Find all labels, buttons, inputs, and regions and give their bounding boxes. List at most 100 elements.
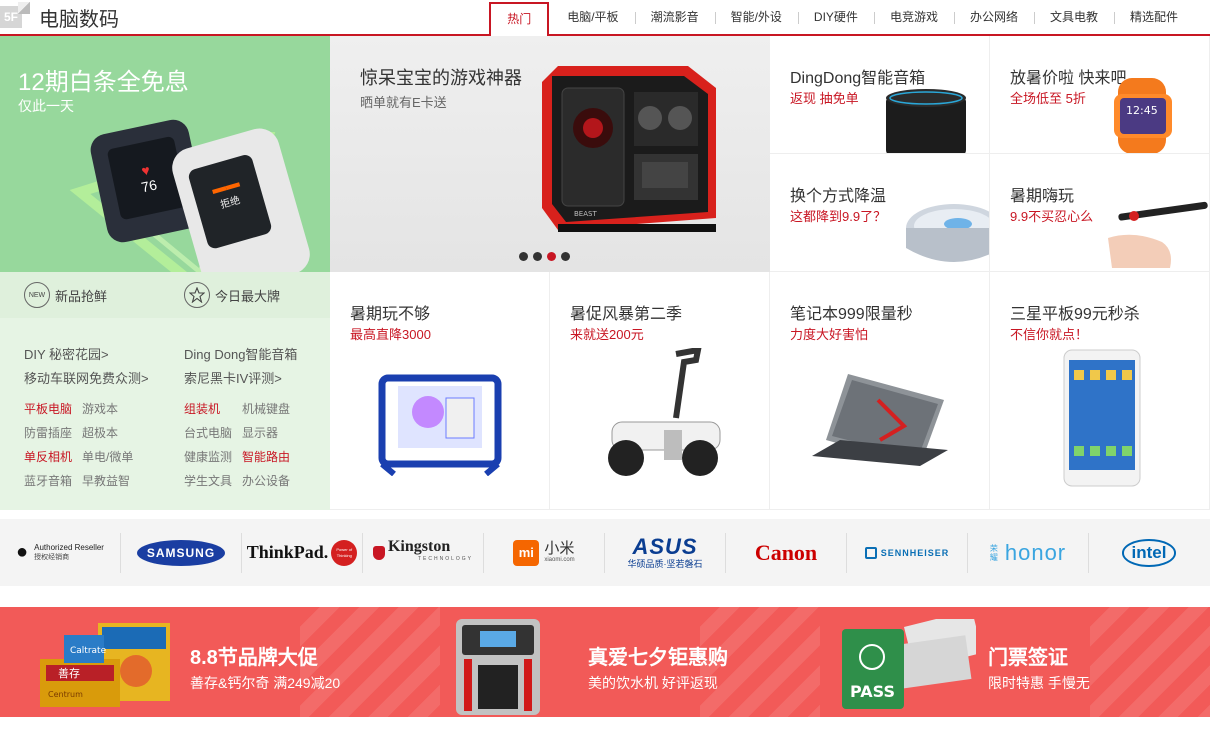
tab-1[interactable]: 电脑/平板 bbox=[551, 2, 634, 36]
tab-3[interactable]: 智能/外设 bbox=[714, 2, 798, 36]
promo-subtitle: 仅此一天 bbox=[18, 98, 74, 114]
coffee-machine-image bbox=[456, 619, 540, 715]
product-cell-smartwatch-sale[interactable]: 放暑价啦 快来吧 全场低至 5折 12:45 bbox=[990, 36, 1210, 154]
product-cell-laptop[interactable]: 笔记本999限量秒 力度大好害怕 bbox=[770, 272, 990, 510]
watch-heart-icon: ♥ bbox=[139, 161, 152, 179]
link-car-network[interactable]: 移动车联网免费众测> bbox=[24, 368, 149, 387]
category-link[interactable]: 蓝牙音箱 bbox=[24, 472, 72, 489]
banner-promo-tickets-visa[interactable]: PASS 门票签证 限时特惠 手慢无 bbox=[800, 607, 1210, 717]
carousel-dot[interactable] bbox=[519, 252, 528, 261]
carousel-dot[interactable] bbox=[561, 252, 570, 261]
cell-subtitle: 最高直降3000 bbox=[350, 327, 431, 342]
category-link[interactable]: 早教益智 bbox=[82, 472, 130, 489]
watch-reading: 76 bbox=[139, 176, 159, 196]
category-link[interactable]: 台式电脑 bbox=[184, 424, 232, 441]
category-link[interactable]: 机械键盘 bbox=[242, 400, 290, 417]
product-label-text: 善存 bbox=[58, 666, 80, 680]
cell-subtitle: 返现 抽免单 bbox=[790, 91, 859, 106]
brand-logo-xiaomi[interactable]: mi 小米 xiaomi.com bbox=[484, 519, 604, 586]
product-label-text: Caltrate bbox=[70, 646, 107, 656]
brand-logo-apple[interactable]: ● Authorized Reseller 授权经销商 bbox=[0, 519, 120, 586]
supplement-boxes-image: Caltrate 善存 Centrum bbox=[40, 623, 170, 707]
link-dingdong-speaker[interactable]: Ding Dong智能音箱 bbox=[184, 344, 297, 363]
tab-6[interactable]: 办公网络 bbox=[953, 2, 1034, 36]
brand-text: ThinkPad. bbox=[246, 542, 329, 562]
brand-text: 小米 bbox=[544, 539, 575, 557]
category-link[interactable]: 防雷插座 bbox=[24, 424, 72, 441]
quick-link-top-brand[interactable]: 今日最大牌 bbox=[184, 282, 280, 308]
open-frame-pc-image bbox=[378, 374, 502, 476]
cell-title: 三星平板99元秒杀 bbox=[1010, 306, 1140, 323]
quick-links-bar: NEW 新品抢鲜 今日最大牌 bbox=[0, 272, 330, 318]
cell-subtitle: 来就送200元 bbox=[570, 327, 644, 342]
product-cell-scooter[interactable]: 暑促风暴第二季 来就送200元 bbox=[550, 272, 770, 510]
smart-speaker-image bbox=[886, 89, 966, 153]
category-links-panel: DIY 秘密花园> 移动车联网免费众测> Ding Dong智能音箱 索尼黑卡I… bbox=[0, 318, 330, 510]
promo-installment-banner[interactable]: 12期白条全免息 仅此一天 ♥ 76 ▬▬ 拒绝 bbox=[0, 36, 330, 272]
tab-8[interactable]: 精选配件 bbox=[1113, 2, 1194, 36]
new-badge-icon: NEW bbox=[24, 282, 50, 308]
product-cell-diy-pc[interactable]: 暑期玩不够 最高直降3000 bbox=[330, 272, 550, 510]
floor-title: 电脑数码 bbox=[39, 7, 119, 31]
product-cell-dingdong[interactable]: DingDong智能音箱 返现 抽免单 bbox=[770, 36, 990, 154]
carousel-dots bbox=[519, 252, 570, 261]
brand-logo-asus[interactable]: ASUS 华硕品质·坚若磐石 bbox=[605, 519, 725, 586]
quick-link-label: 新品抢鲜 bbox=[55, 288, 108, 304]
category-link[interactable]: 超极本 bbox=[82, 424, 118, 441]
carousel-dot[interactable] bbox=[547, 252, 556, 261]
tab-4[interactable]: DIY硬件 bbox=[797, 2, 874, 36]
category-link[interactable]: 单电/微单 bbox=[82, 448, 133, 465]
quick-link-new[interactable]: NEW 新品抢鲜 bbox=[24, 282, 107, 308]
tab-7[interactable]: 文具电教 bbox=[1033, 2, 1114, 36]
bottom-promo-banner: Caltrate 善存 Centrum 8.8节品牌大促 善存&钙尔奇 满249… bbox=[0, 607, 1210, 717]
link-diy-garden[interactable]: DIY 秘密花园> bbox=[24, 344, 109, 363]
category-link[interactable]: 单反相机 bbox=[24, 448, 72, 465]
brand-text: Canon bbox=[754, 539, 818, 565]
category-link[interactable]: 智能路由 bbox=[242, 448, 290, 465]
kingston-head-icon bbox=[372, 545, 385, 560]
brand-logo-canon[interactable]: Canon bbox=[726, 519, 846, 586]
tab-0[interactable]: 热门 bbox=[489, 2, 550, 37]
category-link[interactable]: 平板电脑 bbox=[24, 400, 72, 417]
product-cell-samsung-tablet[interactable]: 三星平板99元秒杀 不信你就点！ bbox=[990, 272, 1210, 510]
tab-5[interactable]: 电竞游戏 bbox=[873, 2, 954, 36]
cell-title: 暑期嗨玩 bbox=[1010, 188, 1075, 205]
cell-title: 暑期玩不够 bbox=[350, 306, 431, 323]
brand-prefix: 荣耀 bbox=[989, 543, 998, 562]
link-sony-review[interactable]: 索尼黑卡IV评测> bbox=[184, 368, 282, 387]
promo-title: 惊呆宝宝的游戏神器 bbox=[360, 68, 522, 88]
passport-tickets-image: PASS bbox=[842, 619, 976, 709]
category-link[interactable]: 办公设备 bbox=[242, 472, 290, 489]
passport-label-text: PASS bbox=[850, 682, 895, 701]
thinkpad-badge-icon: Power of Thinking bbox=[331, 539, 358, 566]
brand-text: SENNHEISER bbox=[880, 547, 950, 558]
category-link[interactable]: 游戏本 bbox=[82, 400, 118, 417]
brand-logo-thinkpad[interactable]: ThinkPad. Power of Thinking bbox=[242, 519, 362, 586]
banner-promo-water-dispenser[interactable]: 真爱七夕钜惠购 美的饮水机 好评返现 bbox=[400, 607, 800, 717]
cell-subtitle: 力度大好害怕 bbox=[790, 327, 869, 342]
carousel-dot[interactable] bbox=[533, 252, 542, 261]
promo-gaming-pc-banner[interactable]: 惊呆宝宝的游戏神器 晒单就有E卡送 BEAST bbox=[330, 36, 770, 272]
category-link[interactable]: 组装机 bbox=[184, 400, 220, 417]
category-link[interactable]: 显示器 bbox=[242, 424, 278, 441]
category-tabs: 热门 电脑/平板 潮流影音 智能/外设 DIY硬件 电竞游戏 办公网络 文具电教 精选配件 bbox=[489, 2, 1194, 37]
watch-label: 拒绝 bbox=[219, 195, 242, 212]
brand-text: Kingston bbox=[387, 537, 451, 555]
tab-2[interactable]: 潮流影音 bbox=[634, 2, 715, 36]
product-cell-selfie-stick[interactable]: 暑期嗨玩 9.9不买忍心么 bbox=[990, 154, 1210, 272]
category-link[interactable]: 学生文具 bbox=[184, 472, 232, 489]
brand-logo-sennheiser[interactable]: SENNHEISER bbox=[847, 519, 967, 586]
svg-text:12:45: 12:45 bbox=[1126, 104, 1158, 117]
brand-logo-honor[interactable]: 荣耀 honor bbox=[968, 519, 1088, 586]
cooling-fan-image bbox=[906, 204, 989, 262]
banner-promo-supplements[interactable]: Caltrate 善存 Centrum 8.8节品牌大促 善存&钙尔奇 满249… bbox=[0, 607, 400, 717]
brand-subtext: TECHNOLOGY bbox=[417, 555, 473, 562]
sennheiser-icon bbox=[864, 546, 877, 559]
category-link[interactable]: 健康监测 bbox=[184, 448, 232, 465]
brand-logo-kingston[interactable]: Kingston TECHNOLOGY bbox=[363, 519, 483, 586]
product-cell-cooling[interactable]: 换个方式降温 这都降到9.9了？ bbox=[770, 154, 990, 272]
banner-subtitle: 美的饮水机 好评返现 bbox=[588, 675, 718, 691]
brand-logo-samsung[interactable]: SAMSUNG bbox=[121, 519, 241, 586]
product-label-text: Centrum bbox=[48, 690, 83, 699]
brand-logo-intel[interactable]: intel bbox=[1089, 519, 1209, 586]
